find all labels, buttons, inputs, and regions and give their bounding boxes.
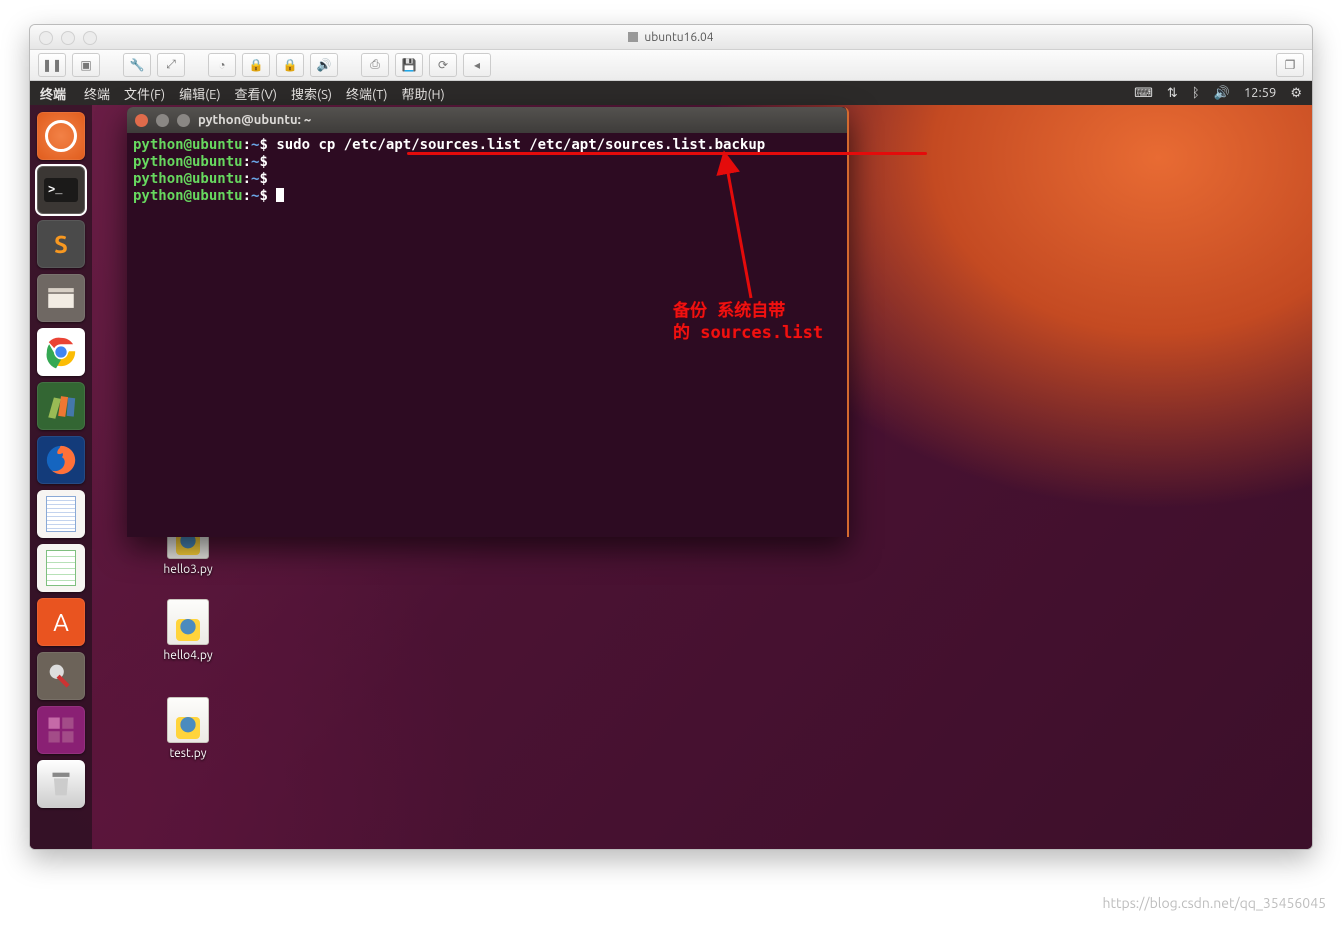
window-traffic-lights[interactable] — [39, 31, 97, 45]
minimize-icon[interactable] — [61, 31, 75, 45]
launcher-writer[interactable] — [37, 490, 85, 538]
save-button[interactable]: 💾 — [395, 53, 423, 77]
disk-button[interactable]: ◔ — [208, 53, 236, 77]
files-icon — [44, 281, 78, 315]
panel-app-label: 终端 — [30, 84, 76, 103]
menu-strip: 终端 文件(F) 编辑(E) 查看(V) 搜索(S) 终端(T) 帮助(H) — [84, 84, 445, 103]
writer-icon — [46, 496, 76, 532]
firefox-icon — [44, 443, 78, 477]
cycle-button[interactable]: ⟳ — [429, 53, 457, 77]
vm-tab-icon — [628, 32, 638, 42]
zoom-icon[interactable] — [83, 31, 97, 45]
annotation-arrow — [721, 158, 781, 313]
launcher-workspace[interactable] — [37, 706, 85, 754]
usb-button[interactable]: ⎙ — [361, 53, 389, 77]
desktop-file-hello4[interactable]: hello4.py — [148, 599, 228, 662]
lock2-button[interactable]: 🔒 — [276, 53, 304, 77]
annotation-text: 备份 系统自带 的 sources.list — [673, 300, 823, 344]
guest-screen: 终端 终端 文件(F) 编辑(E) 查看(V) 搜索(S) 终端(T) 帮助(H… — [30, 81, 1312, 849]
wrench-button[interactable]: 🔧 — [123, 53, 151, 77]
tools-icon — [44, 659, 78, 693]
desktop-file-label: test.py — [169, 747, 206, 760]
sublime-icon: S — [54, 231, 68, 258]
clock-text[interactable]: 12:59 — [1244, 86, 1277, 100]
keyboard-icon[interactable]: ⌨ — [1134, 86, 1153, 101]
desktop-file-label: hello4.py — [163, 649, 212, 662]
vm-host-window: ubuntu16.04 ❚❚ ▣ 🔧 ⤢ ◔ 🔒 🔒 🔊 ⎙ 💾 ⟳ ◂ ❐ 终… — [29, 24, 1313, 850]
vm-titlebar: ubuntu16.04 — [30, 25, 1312, 50]
launcher-sublime[interactable]: S — [37, 220, 85, 268]
annotation-line2: 的 sources.list — [673, 322, 823, 344]
desktop-file-label: hello3.py — [163, 563, 212, 576]
trash-icon — [44, 767, 78, 801]
terminal-icon: >_ — [44, 178, 78, 202]
panel-indicators: ⌨ ⇅ ᛒ 🔊 12:59 ⚙ — [1134, 86, 1312, 101]
unity-launcher: >_ S A — [30, 105, 92, 849]
launcher-files[interactable] — [37, 274, 85, 322]
volume-icon[interactable]: 🔊 — [1214, 86, 1230, 101]
network-icon[interactable]: ⇅ — [1167, 86, 1178, 101]
volume-button[interactable]: 🔊 — [310, 53, 338, 77]
menu-search[interactable]: 搜索(S) — [291, 84, 332, 103]
calc-icon — [46, 550, 76, 586]
terminal-titlebar[interactable]: python@ubuntu: ~ — [127, 107, 847, 133]
chrome-icon — [44, 335, 78, 369]
ubuntu-logo-icon — [45, 120, 77, 152]
python-file-icon — [167, 599, 209, 645]
desktop-file-test[interactable]: test.py — [148, 697, 228, 760]
left-button[interactable]: ◂ — [463, 53, 491, 77]
vm-title: ubuntu16.04 — [628, 31, 713, 44]
terminal-body[interactable]: python@ubuntu:~$ sudo cp /etc/apt/source… — [127, 133, 847, 209]
launcher-tools[interactable] — [37, 652, 85, 700]
close-icon[interactable] — [39, 31, 53, 45]
gear-icon[interactable]: ⚙ — [1290, 86, 1302, 101]
menu-help[interactable]: 帮助(H) — [401, 84, 444, 103]
launcher-chrome[interactable] — [37, 328, 85, 376]
menu-terminal2[interactable]: 终端(T) — [346, 84, 387, 103]
books-icon — [44, 389, 78, 423]
screenshot-button[interactable]: ▣ — [72, 53, 100, 77]
python-file-icon — [167, 697, 209, 743]
launcher-trash[interactable] — [37, 760, 85, 808]
launcher-software[interactable]: A — [37, 598, 85, 646]
watermark-text: https://blog.csdn.net/qq_35456045 — [1103, 895, 1326, 911]
menu-terminal[interactable]: 终端 — [84, 84, 110, 103]
menu-edit[interactable]: 编辑(E) — [179, 84, 220, 103]
launcher-calc[interactable] — [37, 544, 85, 592]
expand-button[interactable]: ⤢ — [157, 53, 185, 77]
workspace-icon — [46, 715, 76, 745]
pip-button[interactable]: ❐ — [1276, 53, 1304, 77]
menu-file[interactable]: 文件(F) — [124, 84, 165, 103]
pause-button[interactable]: ❚❚ — [38, 53, 66, 77]
vm-title-text: ubuntu16.04 — [644, 31, 713, 44]
terminal-maximize-icon[interactable] — [177, 114, 190, 127]
terminal-command: sudo cp /etc/apt/sources.list /etc/apt/s… — [276, 137, 765, 153]
terminal-title-text: python@ubuntu: ~ — [198, 113, 311, 127]
lock1-button[interactable]: 🔒 — [242, 53, 270, 77]
annotation-line1: 备份 系统自带 — [673, 300, 823, 322]
vm-toolbar: ❚❚ ▣ 🔧 ⤢ ◔ 🔒 🔒 🔊 ⎙ 💾 ⟳ ◂ ❐ — [30, 50, 1312, 81]
launcher-terminal[interactable]: >_ — [37, 166, 85, 214]
launcher-firefox[interactable] — [37, 436, 85, 484]
launcher-books[interactable] — [37, 382, 85, 430]
terminal-cursor — [276, 188, 284, 202]
terminal-window[interactable]: python@ubuntu: ~ python@ubuntu:~$ sudo c… — [127, 107, 849, 537]
terminal-close-icon[interactable] — [135, 114, 148, 127]
ubuntu-top-panel: 终端 终端 文件(F) 编辑(E) 查看(V) 搜索(S) 终端(T) 帮助(H… — [30, 81, 1312, 105]
launcher-dash[interactable] — [37, 112, 85, 160]
software-icon: A — [53, 609, 69, 636]
menu-view[interactable]: 查看(V) — [235, 84, 277, 103]
bluetooth-icon[interactable]: ᛒ — [1192, 86, 1200, 100]
terminal-minimize-icon[interactable] — [156, 114, 169, 127]
annotation-underline — [407, 152, 927, 155]
